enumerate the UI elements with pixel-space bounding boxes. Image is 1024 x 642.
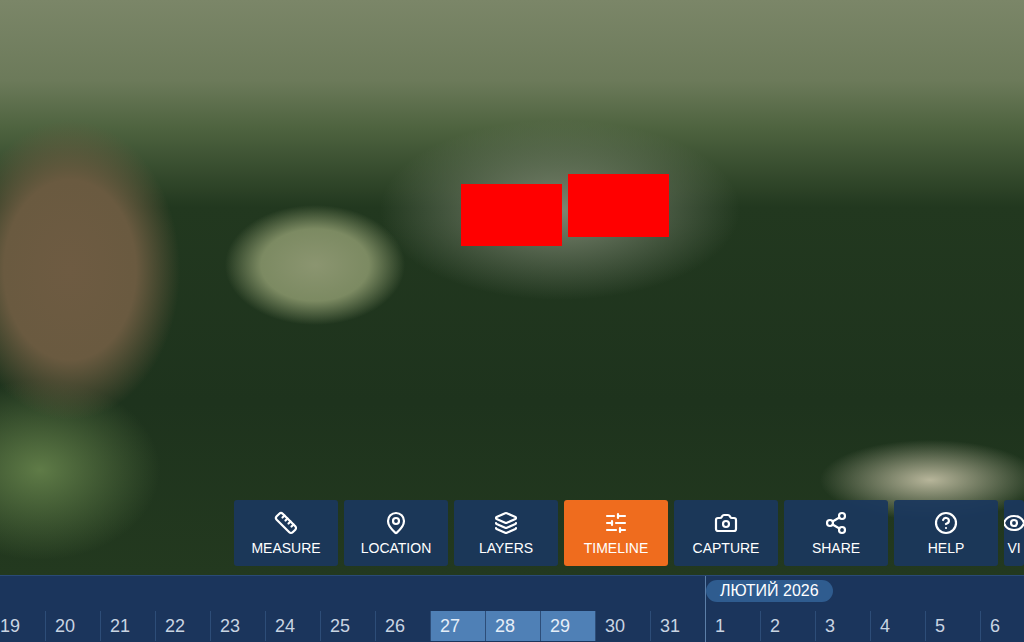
month-header: ЛЮТИЙ 2026	[706, 576, 1024, 611]
day-cell[interactable]: 31	[651, 611, 706, 641]
day-cell[interactable]: 19	[0, 611, 46, 641]
day-cell[interactable]: 29	[541, 611, 596, 641]
month-label: ЛЮТИЙ 2026	[706, 580, 833, 602]
button-label: CAPTURE	[693, 540, 760, 556]
ruler-icon	[274, 511, 298, 535]
help-icon	[934, 511, 958, 535]
button-label: SHARE	[812, 540, 860, 556]
button-label: MEASURE	[251, 540, 320, 556]
month-header	[0, 576, 706, 611]
day-cell[interactable]: 23	[211, 611, 266, 641]
toolbar-button[interactable]: LAYERS	[454, 500, 558, 566]
day-cell[interactable]: 27	[431, 611, 486, 641]
day-cell[interactable]: 30	[596, 611, 651, 641]
toolbar-button[interactable]: LOCATION	[344, 500, 448, 566]
layers-icon	[494, 511, 518, 535]
day-cell[interactable]: 3	[816, 611, 871, 641]
day-cell[interactable]: 25	[321, 611, 376, 641]
day-row: 19202122232425262728293031	[0, 611, 706, 641]
toolbar: MEASURE LOCATION LAYERS TIMELINE CAPTURE SHAR…	[234, 500, 1024, 566]
toolbar-button[interactable]: HELP	[894, 500, 998, 566]
map-viewer: MEASURE LOCATION LAYERS TIMELINE CAPTURE SHAR…	[0, 0, 1024, 642]
day-cell[interactable]: 6	[981, 611, 1024, 641]
share-icon	[824, 511, 848, 535]
toolbar-button[interactable]: MEASURE	[234, 500, 338, 566]
toolbar-button[interactable]: TIMELINE	[564, 500, 668, 566]
day-cell[interactable]: 26	[376, 611, 431, 641]
sliders-icon	[604, 511, 628, 535]
toolbar-button[interactable]: SHARE	[784, 500, 888, 566]
day-cell[interactable]: 28	[486, 611, 541, 641]
day-cell[interactable]: 4	[871, 611, 926, 641]
day-row: 123456	[706, 611, 1024, 641]
satellite-map[interactable]: MEASURE LOCATION LAYERS TIMELINE CAPTURE SHAR…	[0, 0, 1024, 575]
camera-icon	[714, 511, 738, 535]
day-cell[interactable]: 24	[266, 611, 321, 641]
day-cell[interactable]: 21	[101, 611, 156, 641]
eye-icon	[1004, 511, 1024, 535]
button-label: LAYERS	[479, 540, 533, 556]
day-cell[interactable]: 2	[761, 611, 816, 641]
pin-icon	[384, 511, 408, 535]
month-group: ЛЮТИЙ 2026 123456	[705, 576, 1024, 642]
redaction-box	[568, 174, 669, 237]
button-label: VI	[1007, 540, 1020, 556]
toolbar-button[interactable]: CAPTURE	[674, 500, 778, 566]
button-label: HELP	[928, 540, 965, 556]
toolbar-button[interactable]: VI	[1004, 500, 1024, 566]
day-cell[interactable]: 22	[156, 611, 211, 641]
day-cell[interactable]: 1	[706, 611, 761, 641]
month-group: 19202122232425262728293031	[0, 576, 706, 642]
button-label: LOCATION	[361, 540, 432, 556]
day-cell[interactable]: 20	[46, 611, 101, 641]
button-label: TIMELINE	[584, 540, 649, 556]
redaction-box	[461, 184, 562, 246]
timeline[interactable]: 19202122232425262728293031ЛЮТИЙ 20261234…	[0, 575, 1024, 642]
day-cell[interactable]: 5	[926, 611, 981, 641]
